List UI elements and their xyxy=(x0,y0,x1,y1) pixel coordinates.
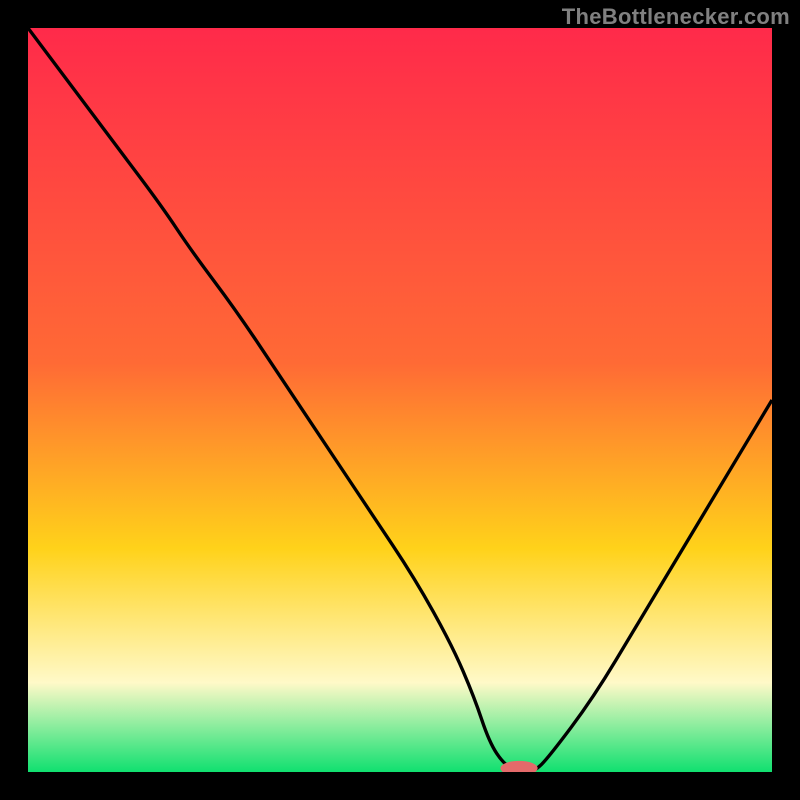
attribution-text: TheBottlenecker.com xyxy=(562,4,790,30)
gradient-background xyxy=(28,28,772,772)
bottleneck-chart xyxy=(28,28,772,772)
chart-frame: TheBottlenecker.com xyxy=(0,0,800,800)
plot-area xyxy=(28,28,772,772)
